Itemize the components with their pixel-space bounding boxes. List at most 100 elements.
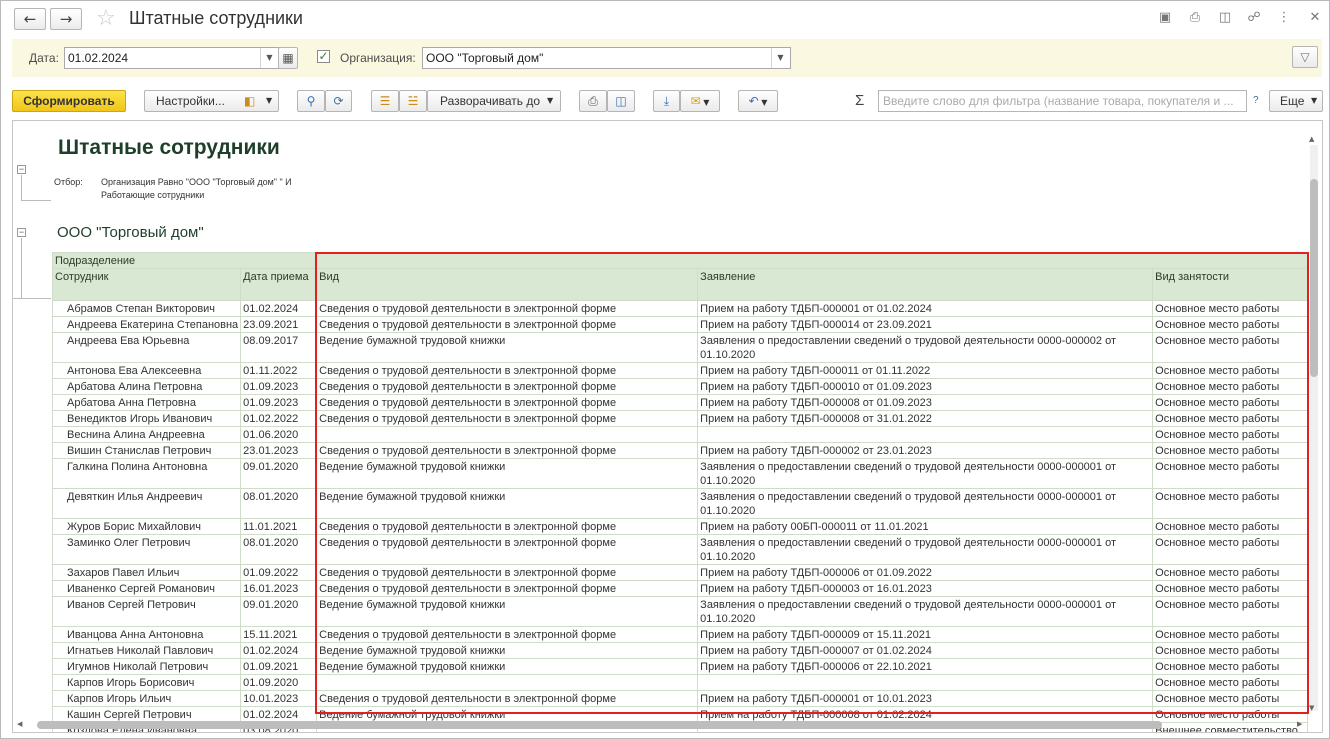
table-cell: Арбатова Анна Петровна (51, 394, 242, 411)
org-heading: ООО "Торговый дом" (57, 224, 204, 241)
close-icon[interactable]: ✕ (1307, 10, 1323, 26)
preview-icon[interactable]: ◫ (1217, 10, 1233, 26)
table-cell: Сведения о трудовой деятельности в элект… (316, 580, 699, 597)
more-icon[interactable]: ⋮ (1276, 10, 1292, 26)
table-cell: 23.09.2021 (240, 316, 318, 333)
table-cell: Прием на работу ТДБП-000006 от 01.09.202… (697, 564, 1154, 581)
table-row[interactable]: Арбатова Анна Петровна 01.09.2023 Сведения… (51, 394, 1309, 411)
table-cell: Игумнов Николай Петрович (51, 658, 242, 675)
table-cell: Журов Борис Михайлович (51, 518, 242, 535)
chevron-down-icon: ▼ (1311, 96, 1318, 105)
table-cell: Захаров Павел Ильич (51, 564, 242, 581)
mail-icon[interactable]: ✉ ▼ (680, 90, 720, 112)
scroll-left-icon[interactable]: ◀ (17, 720, 22, 728)
table-cell: Игнатьев Николай Павлович (51, 642, 242, 659)
chevron-down-icon[interactable]: ▼ (260, 48, 278, 68)
scroll-down-icon[interactable]: ▼ (1309, 704, 1314, 712)
table-row[interactable]: Захаров Павел Ильич 01.09.2022 Сведения о … (51, 564, 1309, 581)
search-refresh-icon[interactable]: ⟳ (325, 90, 352, 112)
scroll-right-icon[interactable]: ▶ (1297, 720, 1302, 728)
expand-to-button[interactable]: Разворачивать до ▼ (427, 90, 561, 112)
org-checkbox[interactable]: ✓ (317, 50, 330, 63)
print-icon[interactable]: ⎙ (579, 90, 607, 112)
forward-arrow-icon[interactable]: → (50, 8, 82, 30)
chevron-down-icon: ▼ (266, 96, 273, 105)
table-cell: Сведения о трудовой деятельности в элект… (316, 534, 699, 565)
table-cell: Ведение бумажной трудовой книжки (316, 642, 699, 659)
column-header: Вид занятости (1152, 268, 1309, 301)
table-cell: Антонова Ева Алексеевна (51, 362, 242, 379)
collapse-group-icon[interactable]: − (17, 165, 26, 174)
table-row[interactable]: Иванцова Анна Антоновна 15.11.2021 Сведени… (51, 626, 1309, 643)
table-row[interactable]: Журов Борис Михайлович 11.01.2021 Сведения… (51, 518, 1309, 535)
print-icon[interactable]: ⎙ (1187, 10, 1203, 26)
help-icon[interactable]: ? (1253, 95, 1259, 106)
table-cell: Основное место работы (1152, 658, 1309, 675)
table-row[interactable]: Галкина Полина Антоновна 09.01.2020 Ведени… (51, 458, 1309, 489)
table-cell: Основное место работы (1152, 458, 1309, 489)
back-arrow-icon[interactable]: ← (14, 8, 46, 30)
preview-icon[interactable]: ◫ (607, 90, 635, 112)
table-row[interactable]: Заминко Олег Петрович 08.01.2020 Сведения … (51, 534, 1309, 565)
org-field[interactable]: ООО "Торговый дом" ▼ (422, 47, 791, 69)
table-row[interactable]: Андреева Екатерина Степановна 23.09.2021 С… (51, 316, 1309, 333)
table-row[interactable]: Девяткин Илья Андреевич 08.01.2020 Ведение… (51, 488, 1309, 519)
reply-icon[interactable]: ↶ ▼ (738, 90, 778, 112)
table-cell: Вишин Станислав Петрович (51, 442, 242, 459)
table-row[interactable]: Андреева Ева Юрьевна 08.09.2017 Ведение бу… (51, 332, 1309, 363)
more-button[interactable]: Еще ▼ (1269, 90, 1323, 112)
table-row[interactable]: Иванов Сергей Петрович 09.01.2020 Ведение … (51, 596, 1309, 627)
table-cell: 09.01.2020 (240, 458, 318, 489)
generate-button[interactable]: Сформировать (12, 90, 126, 112)
link-icon[interactable]: ☍ (1246, 10, 1262, 26)
star-icon[interactable]: ☆ (96, 6, 116, 31)
table-row[interactable]: Карпов Игорь Ильич 10.01.2023 Сведения о т… (51, 690, 1309, 707)
scroll-up-icon[interactable]: ▲ (1309, 135, 1314, 143)
save-icon[interactable]: ▣ (1157, 10, 1173, 26)
table-row[interactable]: Карпов Игорь Борисович 01.09.2020 Основное… (51, 674, 1309, 691)
filter-icon[interactable]: ▽ (1292, 46, 1318, 68)
table-row[interactable]: Антонова Ева Алексеевна 01.11.2022 Сведени… (51, 362, 1309, 379)
chevron-down-icon[interactable]: ▼ (771, 48, 789, 68)
sigma-icon[interactable]: Σ (855, 92, 864, 109)
calendar-icon[interactable]: ▦ (278, 47, 298, 69)
table-row[interactable]: Иваненко Сергей Романович 16.01.2023 Сведе… (51, 580, 1309, 597)
table-row[interactable]: Венедиктов Игорь Иванович 01.02.2022 Сведе… (51, 410, 1309, 427)
table-cell: 11.01.2021 (240, 518, 318, 535)
table-row[interactable]: Вишин Станислав Петрович 23.01.2023 Сведен… (51, 442, 1309, 459)
horizontal-scroll-thumb[interactable] (37, 721, 1162, 729)
table-cell: Основное место работы (1152, 300, 1309, 317)
table-cell (316, 674, 699, 691)
table-cell: Заявления о предоставлении сведений о тр… (697, 488, 1154, 519)
table-cell: Сведения о трудовой деятельности в элект… (316, 626, 699, 643)
table-row[interactable]: Веснина Алина Андреевна 01.06.2020 Основно… (51, 426, 1309, 443)
expand-all-icon[interactable]: ☰ (371, 90, 399, 112)
table-cell: Галкина Полина Антоновна (51, 458, 242, 489)
date-field[interactable]: 01.02.2024 ▼ (64, 47, 288, 69)
table-cell: 10.01.2023 (240, 690, 318, 707)
collapse-all-icon[interactable]: ☱ (399, 90, 427, 112)
table-cell: Сведения о трудовой деятельности в элект… (316, 300, 699, 317)
table-row[interactable]: Абрамов Степан Викторович 01.02.2024 Сведе… (51, 300, 1309, 317)
table-cell: Прием на работу ТДБП-000009 от 15.11.202… (697, 626, 1154, 643)
table-cell: Иваненко Сергей Романович (51, 580, 242, 597)
download-icon[interactable]: ⤓ (653, 90, 680, 112)
table-row[interactable]: Арбатова Алина Петровна 01.09.2023 Сведени… (51, 378, 1309, 395)
settings-button[interactable]: Настройки... ◧ ▼ (144, 90, 279, 112)
table-cell: Веснина Алина Андреевна (51, 426, 242, 443)
search-icon[interactable]: ⚲ (297, 90, 325, 112)
group-line (13, 298, 51, 299)
table-cell: Иванцова Анна Антоновна (51, 626, 242, 643)
table-cell: Прием на работу ТДБП-000001 от 01.02.202… (697, 300, 1154, 317)
table-row[interactable]: Игнатьев Николай Павлович 01.02.2024 Веден… (51, 642, 1309, 659)
table-cell: 01.02.2022 (240, 410, 318, 427)
table-row[interactable]: Игумнов Николай Петрович 01.09.2021 Ведени… (51, 658, 1309, 675)
table-cell: Венедиктов Игорь Иванович (51, 410, 242, 427)
collapse-group-icon[interactable]: − (17, 228, 26, 237)
search-input[interactable]: Введите слово для фильтра (название това… (878, 90, 1247, 112)
table-cell: Основное место работы (1152, 564, 1309, 581)
table-cell: Прием на работу 00БП-000011 от 11.01.202… (697, 518, 1154, 535)
table-cell: Основное место работы (1152, 442, 1309, 459)
vertical-scroll-thumb[interactable] (1310, 179, 1318, 377)
table-cell: Основное место работы (1152, 426, 1309, 443)
